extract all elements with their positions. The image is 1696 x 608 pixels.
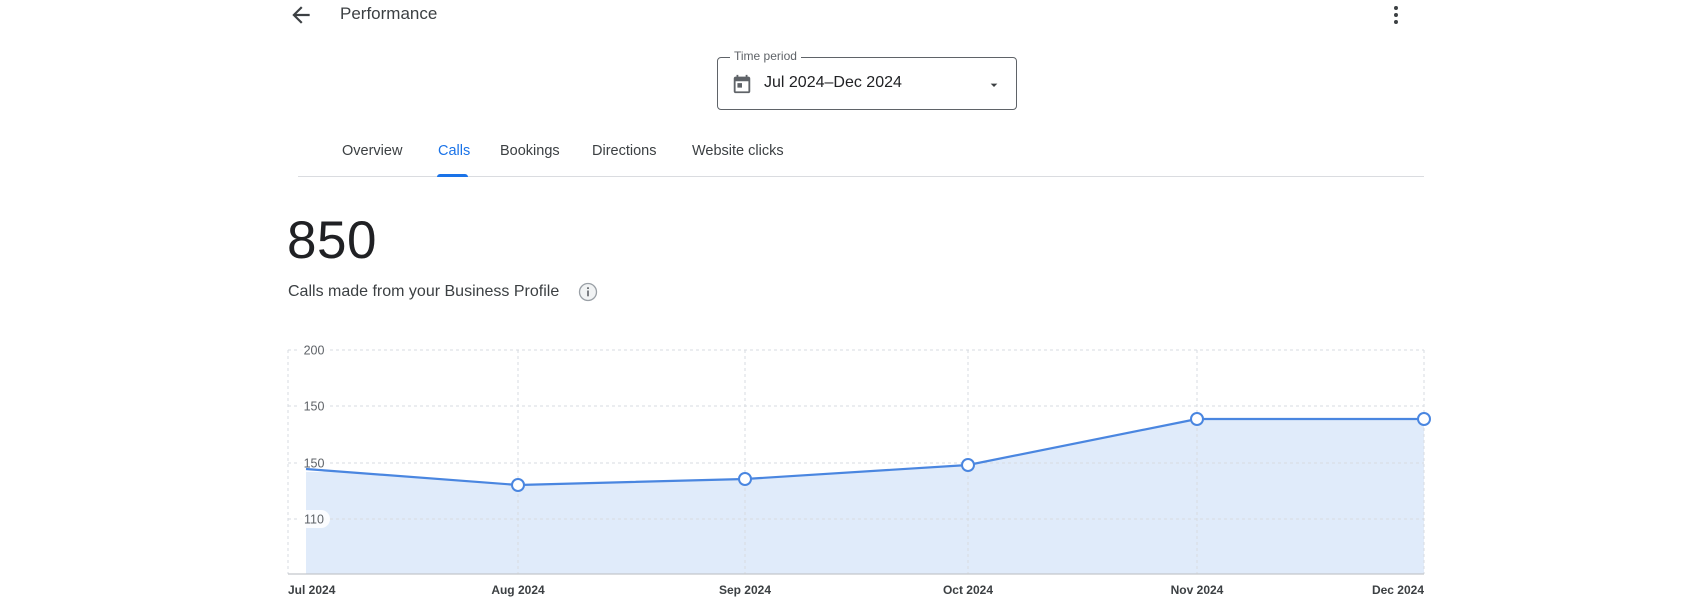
data-point xyxy=(1190,412,1204,426)
x-tick-label: Jul 2024 xyxy=(288,583,336,597)
x-tick-label: Aug 2024 xyxy=(491,583,545,597)
y-tick-label: 200 xyxy=(304,344,325,358)
y-tick-label: 110 xyxy=(304,513,324,527)
x-tick-label: Sep 2024 xyxy=(719,583,771,597)
data-point xyxy=(738,472,752,486)
data-point xyxy=(1417,412,1431,426)
data-point xyxy=(961,458,975,472)
calls-chart: 200150150110Jul 2024 Aug 2024 Sep 2024 Oct … xyxy=(287,341,1431,597)
x-tick-label: Oct 2024 xyxy=(943,583,993,597)
chart-area xyxy=(306,419,1424,574)
data-point xyxy=(511,478,525,492)
x-tick-label: Dec 2024 xyxy=(1372,583,1424,597)
y-tick-label: 150 xyxy=(304,400,325,414)
x-tick-label: Nov 2024 xyxy=(1171,583,1224,597)
